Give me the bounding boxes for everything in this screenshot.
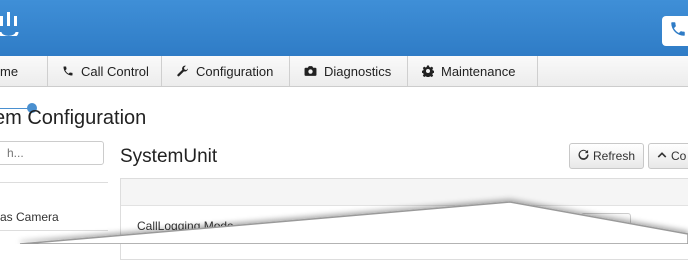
top-header-bar [0, 0, 688, 57]
phone-icon [669, 20, 687, 43]
collapse-button[interactable]: Co [648, 143, 688, 169]
panel-header [121, 179, 688, 206]
tab-maintenance-label: Maintenance [441, 63, 516, 79]
gear-icon [422, 65, 434, 77]
main-nav: me Call Control Configuration Diagnostic… [0, 56, 688, 87]
tab-call-control[interactable]: Call Control [48, 56, 162, 86]
search-input[interactable] [0, 141, 104, 165]
tab-diagnostics-label: Diagnostics [324, 63, 392, 79]
call-button[interactable] [662, 16, 688, 46]
tab-configuration-label: Configuration [196, 63, 274, 79]
page-title: em Configuration [0, 107, 147, 129]
collapse-label: Co [671, 149, 687, 163]
wrench-icon [176, 65, 189, 78]
section-title: SystemUnit [120, 146, 218, 167]
tab-call-control-label: Call Control [81, 63, 149, 79]
tab-maintenance[interactable]: Maintenance [408, 56, 538, 86]
chevron-up-icon [657, 149, 667, 163]
phone-icon [62, 65, 74, 77]
sidebar-divider [0, 230, 108, 231]
sidebar-divider [0, 182, 108, 183]
refresh-button[interactable]: Refresh [569, 143, 645, 169]
cisco-logo [0, 12, 20, 43]
tab-configuration[interactable]: Configuration [162, 56, 290, 86]
tab-home-label: me [0, 63, 19, 79]
refresh-icon [578, 149, 589, 163]
setting-label: CallLogging Mode [137, 219, 234, 233]
tab-home[interactable]: me [0, 56, 48, 86]
setting-control[interactable] [581, 213, 631, 237]
config-panel: CallLogging Mode [120, 178, 688, 260]
camera-icon [304, 65, 317, 77]
sidebar-item-cameras-camera[interactable]: ras Camera [0, 210, 59, 224]
tab-diagnostics[interactable]: Diagnostics [290, 56, 408, 86]
refresh-label: Refresh [593, 149, 636, 163]
